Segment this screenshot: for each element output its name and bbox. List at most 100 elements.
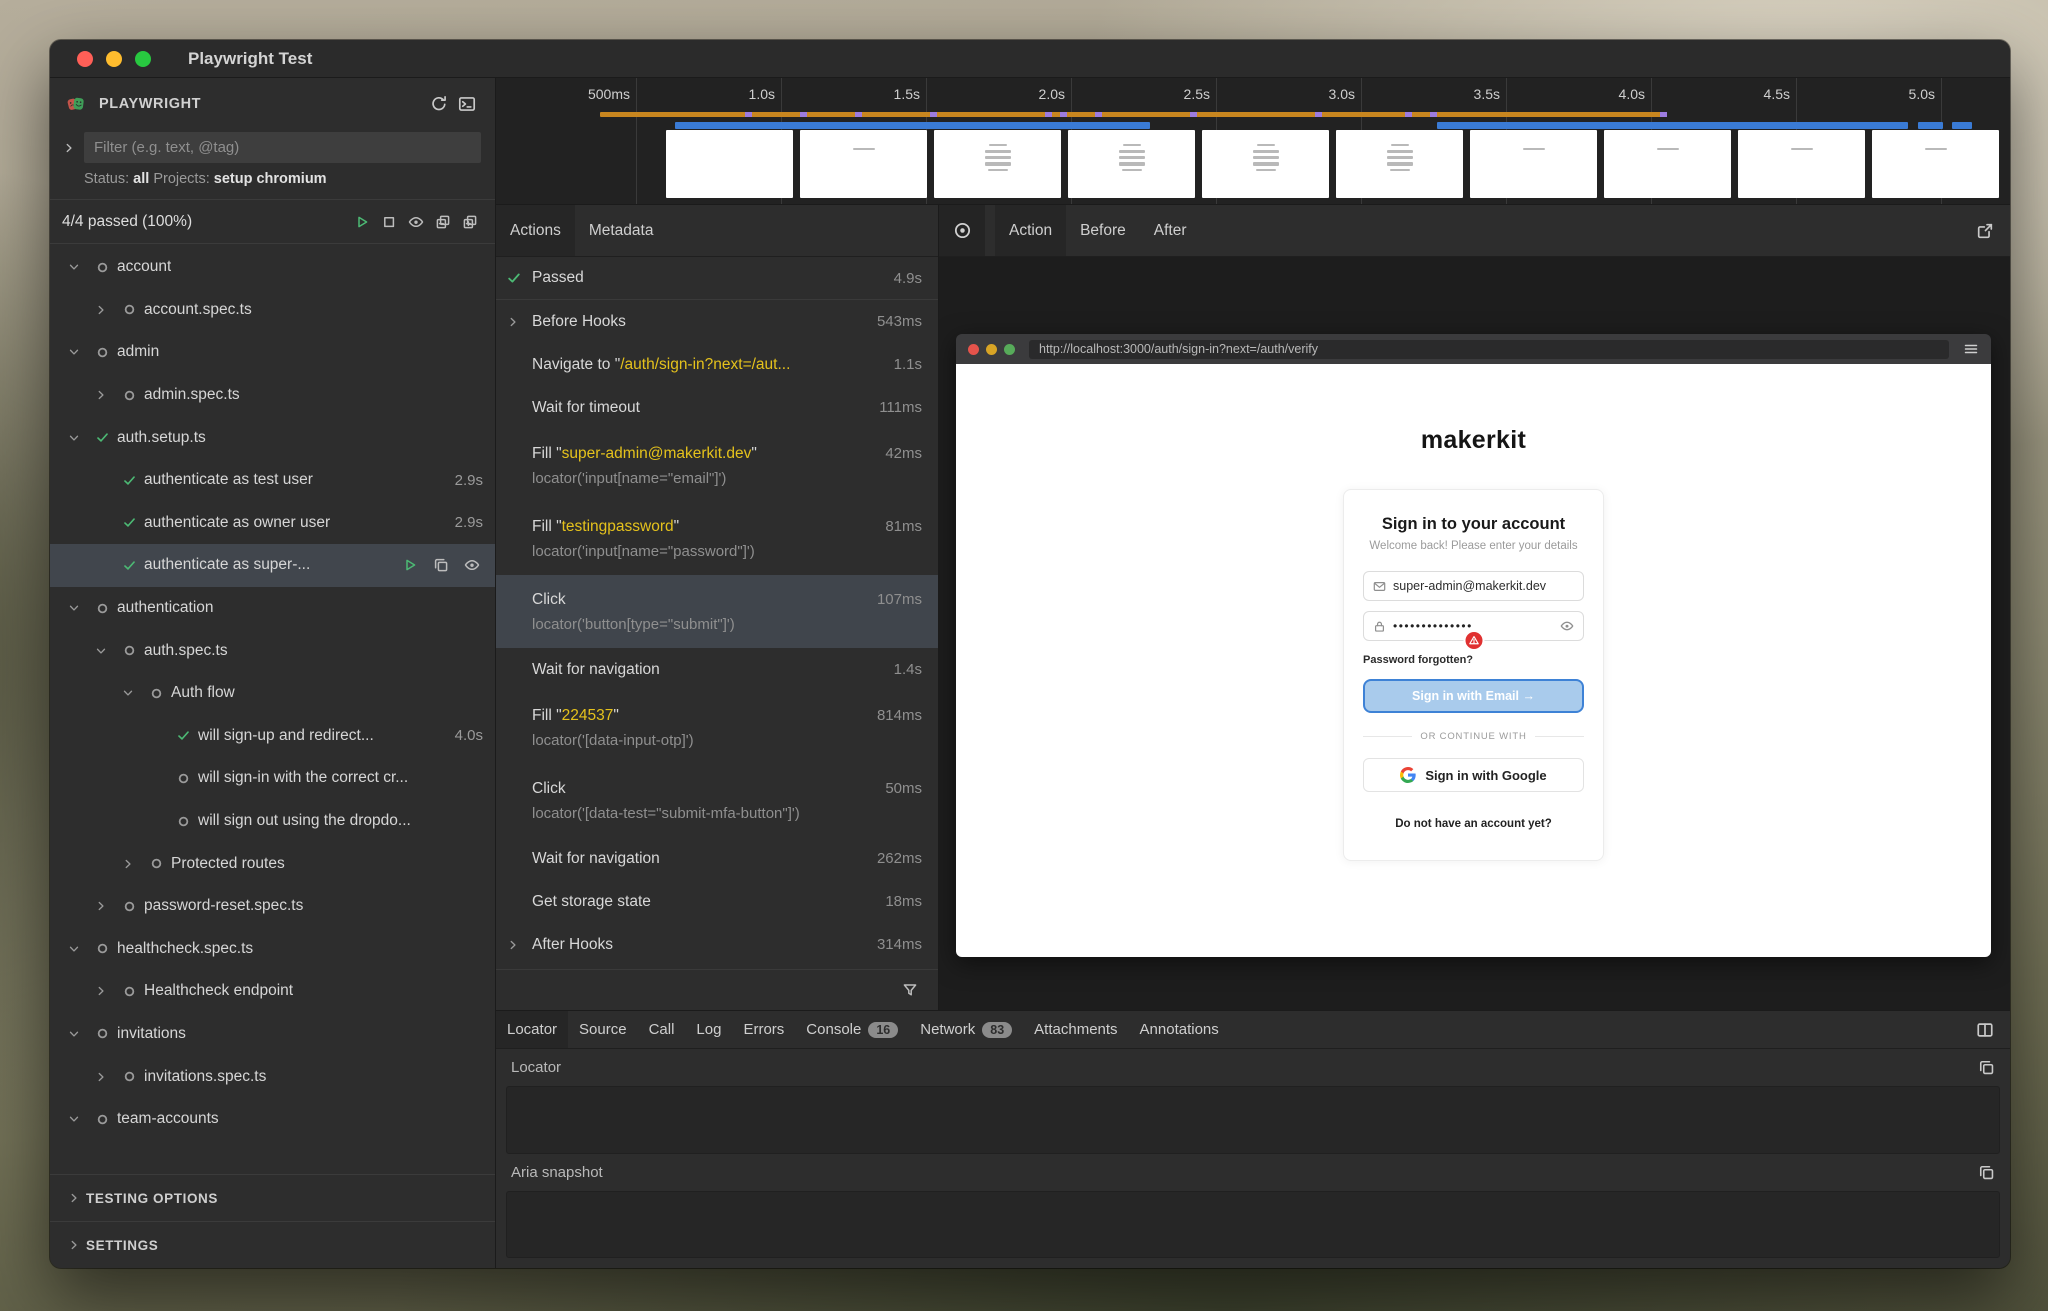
film-strip-thumbnail[interactable] [1872, 130, 1999, 198]
password-field[interactable]: •••••••••••••• [1363, 611, 1584, 641]
action-row[interactable]: Wait for navigation262ms [496, 837, 938, 880]
tab-actions[interactable]: Actions [496, 205, 575, 256]
action-row[interactable]: Before Hooks543ms [496, 300, 938, 343]
chevron-down-icon[interactable] [60, 1027, 88, 1041]
stop-button[interactable] [375, 208, 402, 235]
tree-item[interactable]: authentication [50, 587, 495, 630]
film-strip-thumbnail[interactable] [1202, 130, 1329, 198]
timeline-strip[interactable]: 500ms1.0s1.5s2.0s2.5s3.0s3.5s4.0s4.5s5.0… [496, 78, 2010, 205]
tree-item[interactable]: will sign-up and redirect...4.0s [50, 715, 495, 758]
film-strip-thumbnail[interactable] [666, 130, 793, 198]
tree-item[interactable]: admin [50, 331, 495, 374]
tree-item[interactable]: invitations.spec.ts [50, 1055, 495, 1098]
tree-item[interactable]: auth.spec.ts [50, 629, 495, 672]
tab-source[interactable]: Source [568, 1011, 638, 1048]
tree-item[interactable]: invitations [50, 1013, 495, 1056]
tree-item[interactable]: password-reset.spec.ts [50, 885, 495, 928]
filter-input[interactable] [84, 132, 481, 163]
chevron-down-icon[interactable] [60, 260, 88, 274]
watch-test-button[interactable] [461, 552, 483, 579]
chevron-right-icon[interactable] [87, 899, 115, 913]
film-strip-thumbnail[interactable] [1470, 130, 1597, 198]
open-external-icon[interactable] [1976, 205, 2010, 256]
film-strip-thumbnail[interactable] [1068, 130, 1195, 198]
action-row[interactable]: Fill "super-admin@makerkit.dev"42mslocat… [496, 429, 938, 502]
no-account-link[interactable]: Do not have an account yet? [1363, 818, 1584, 830]
tree-item[interactable]: team-accounts [50, 1098, 495, 1141]
action-row[interactable]: Fill "testingpassword"81mslocator('input… [496, 502, 938, 575]
tree-item[interactable]: authenticate as test user2.9s [50, 459, 495, 502]
tree-item[interactable]: account [50, 246, 495, 289]
pick-locator-target-icon[interactable] [939, 205, 985, 256]
tab-action[interactable]: Action [995, 205, 1066, 256]
close-window-button[interactable] [77, 51, 93, 67]
chevron-right-icon[interactable] [62, 141, 84, 155]
tab-after[interactable]: After [1140, 205, 1201, 256]
minimize-window-button[interactable] [106, 51, 122, 67]
tree-item[interactable]: Protected routes [50, 842, 495, 885]
copy-aria-icon[interactable] [1978, 1164, 1995, 1181]
filter-actions-icon[interactable] [896, 977, 923, 1004]
tree-item[interactable]: healthcheck.spec.ts [50, 928, 495, 971]
tab-network[interactable]: Network83 [909, 1011, 1023, 1048]
sign-in-email-button[interactable]: Sign in with Email → [1363, 679, 1584, 713]
sidebar-section-testing-options[interactable]: TESTING OPTIONS [50, 1174, 495, 1221]
chevron-right-icon[interactable] [114, 857, 142, 871]
tab-before[interactable]: Before [1066, 205, 1140, 256]
email-field[interactable]: super-admin@makerkit.dev [1363, 571, 1584, 601]
collapse-all-button[interactable] [429, 208, 456, 235]
chevron-down-icon[interactable] [60, 1112, 88, 1126]
chevron-down-icon[interactable] [114, 686, 142, 700]
locator-editor[interactable] [506, 1086, 2000, 1154]
chevron-right-icon[interactable] [87, 1070, 115, 1084]
terminal-icon[interactable] [453, 90, 481, 118]
chevron-down-icon[interactable] [60, 942, 88, 956]
chevron-down-icon[interactable] [60, 601, 88, 615]
action-row[interactable]: Fill "224537"814mslocator('[data-input-o… [496, 691, 938, 764]
tree-item[interactable]: will sign-in with the correct cr... [50, 757, 495, 800]
action-row[interactable]: Click50mslocator('[data-test="submit-mfa… [496, 764, 938, 837]
action-row[interactable]: Navigate to "/auth/sign-in?next=/aut...1… [496, 343, 938, 386]
action-row[interactable]: Wait for timeout111ms [496, 386, 938, 429]
tab-errors[interactable]: Errors [732, 1011, 795, 1048]
expand-all-button[interactable] [456, 208, 483, 235]
split-view-icon[interactable] [1976, 1011, 2010, 1048]
tab-metadata[interactable]: Metadata [575, 205, 668, 256]
aria-editor[interactable] [506, 1191, 2000, 1258]
password-forgotten-link[interactable]: Password forgotten? [1363, 654, 1584, 666]
tab-console[interactable]: Console16 [795, 1011, 909, 1048]
copy-test-icon[interactable] [430, 552, 452, 579]
action-row[interactable]: Click107mslocator('button[type="submit"]… [496, 575, 938, 648]
run-all-button[interactable] [348, 208, 375, 235]
chevron-right-icon[interactable] [87, 984, 115, 998]
chevron-down-icon[interactable] [87, 644, 115, 658]
tree-item[interactable]: will sign out using the dropdo... [50, 800, 495, 843]
tree-item[interactable]: account.spec.ts [50, 289, 495, 332]
copy-locator-icon[interactable] [1978, 1059, 1995, 1076]
sign-in-google-button[interactable]: Sign in with Google [1363, 758, 1584, 792]
film-strip-thumbnail[interactable] [1604, 130, 1731, 198]
action-row[interactable]: After Hooks314ms [496, 923, 938, 966]
sidebar-section-settings[interactable]: SETTINGS [50, 1221, 495, 1268]
tree-item[interactable]: Auth flow [50, 672, 495, 715]
action-status-row[interactable]: Passed4.9s [496, 257, 938, 300]
chevron-down-icon[interactable] [60, 431, 88, 445]
tree-item[interactable]: admin.spec.ts [50, 374, 495, 417]
watch-all-button[interactable] [402, 208, 429, 235]
run-test-button[interactable] [399, 552, 421, 579]
show-password-icon[interactable] [1560, 619, 1574, 633]
tab-annotations[interactable]: Annotations [1129, 1011, 1230, 1048]
film-strip-thumbnail[interactable] [1738, 130, 1865, 198]
chevron-right-icon[interactable] [506, 315, 532, 329]
chevron-right-icon[interactable] [506, 938, 532, 952]
tab-call[interactable]: Call [638, 1011, 686, 1048]
zoom-window-button[interactable] [135, 51, 151, 67]
tab-log[interactable]: Log [685, 1011, 732, 1048]
tree-item[interactable]: auth.setup.ts [50, 416, 495, 459]
action-row[interactable]: Get storage state18ms [496, 880, 938, 923]
chevron-right-icon[interactable] [87, 388, 115, 402]
film-strip-thumbnail[interactable] [1336, 130, 1463, 198]
tree-item[interactable]: Healthcheck endpoint [50, 970, 495, 1013]
tree-item[interactable]: authenticate as super-... [50, 544, 495, 587]
chevron-down-icon[interactable] [60, 345, 88, 359]
